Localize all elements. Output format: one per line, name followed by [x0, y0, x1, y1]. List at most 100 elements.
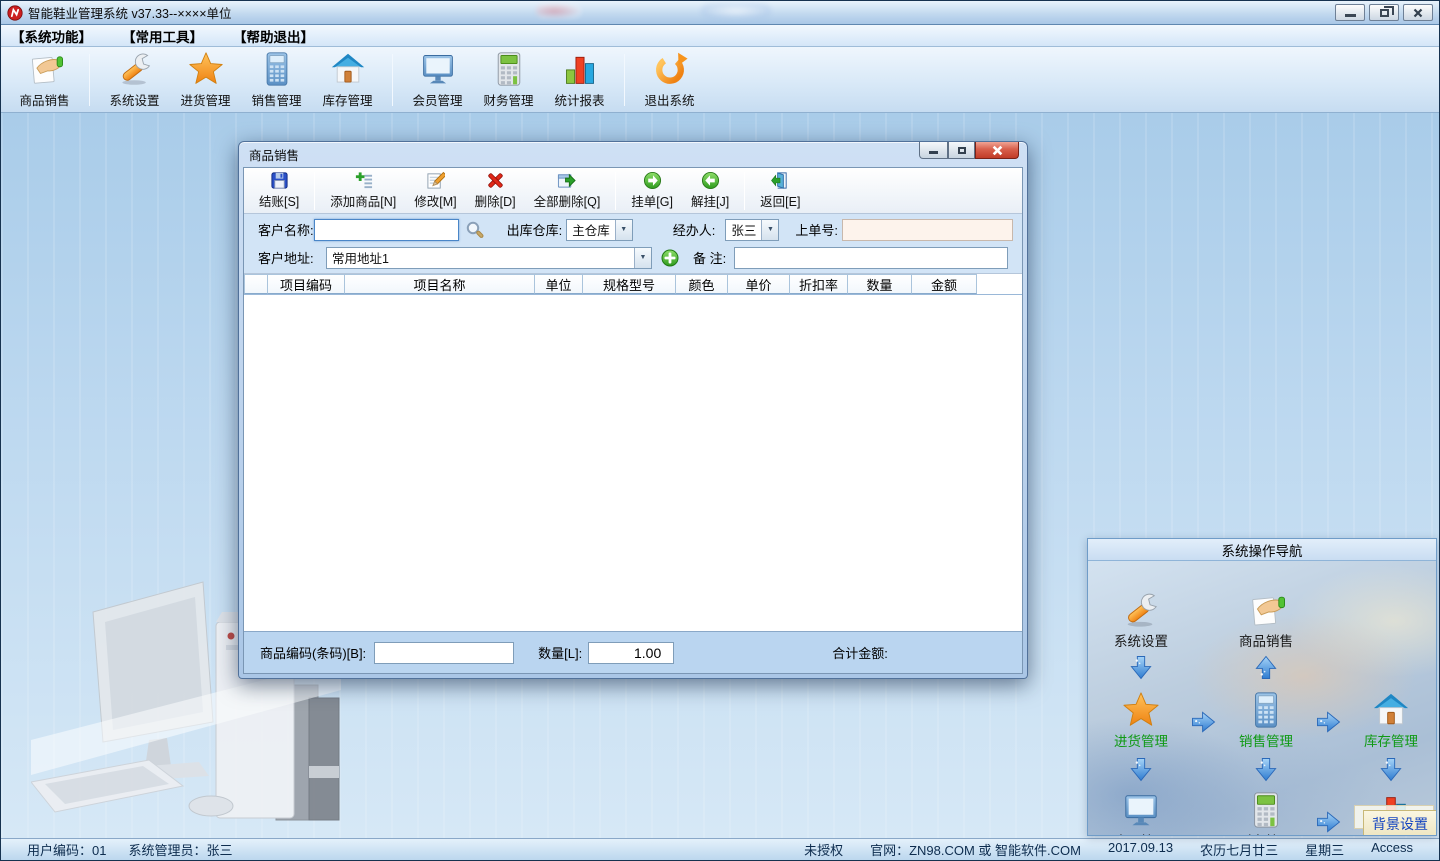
app-window: 智能鞋业管理系统 v37.33--××××单位 【系统功能】 【常用工具】 【帮… [0, 0, 1440, 861]
warehouse-select[interactable]: 主仓库 [566, 219, 633, 241]
license-status: 未授权 [804, 840, 843, 859]
items-grid-header: 项目编码 项目名称 单位 规格型号 颜色 单价 折扣率 数量 金额 [244, 274, 1022, 295]
calculator-blue-icon [1247, 691, 1285, 729]
chevron-down-icon [615, 220, 632, 240]
red-x-icon [486, 171, 505, 190]
dialog-close-button[interactable] [975, 142, 1019, 159]
return-button[interactable]: 返回[E] [751, 170, 809, 212]
customer-address-label: 客户地址: [258, 248, 326, 267]
dialog-toolbar: 结账[S] 添加商品[N] 修改[M] 删除[D] [244, 168, 1022, 214]
restore-icon [1380, 9, 1389, 17]
toolbar-sales-mgmt-button[interactable]: 销售管理 [241, 50, 312, 110]
arrow-up-icon [1255, 655, 1277, 680]
customer-address-select[interactable]: 常用地址1 [326, 247, 652, 269]
dialog-toolbar-separator [314, 172, 315, 210]
toolbar-separator [89, 54, 90, 106]
dialog-toolbar-separator [744, 172, 745, 210]
customer-name-input[interactable] [314, 219, 459, 241]
add-product-button[interactable]: 添加商品[N] [321, 170, 405, 212]
monitor-icon [420, 51, 456, 87]
nav-member-mgmt[interactable]: 会员管理 [1088, 791, 1196, 835]
order-form: 客户名称: 出库仓库: 主仓库 经办人: 张三 上单号: [244, 214, 1022, 274]
delete-all-button[interactable]: 全部删除[Q] [525, 170, 610, 212]
grid-header-unit-price: 单价 [728, 274, 790, 294]
dialog-maximize-button[interactable] [948, 142, 975, 159]
green-plus-icon[interactable] [661, 249, 679, 267]
quantity-input[interactable] [588, 642, 674, 664]
operator-select[interactable]: 张三 [725, 219, 779, 241]
hand-paper-icon [27, 51, 63, 87]
background-settings-button[interactable]: 背景设置 [1363, 810, 1436, 835]
user-code-status: 用户编码：01 [27, 840, 106, 859]
toolbar-finance-mgmt-button[interactable]: 财务管理 [473, 50, 544, 110]
close-icon [1413, 8, 1423, 18]
nav-inventory-mgmt[interactable]: 库存管理 [1336, 691, 1436, 750]
titlebar: 智能鞋业管理系统 v37.33--××××单位 [1, 1, 1439, 25]
bar-chart-icon [562, 51, 598, 87]
modify-button[interactable]: 修改[M] [405, 170, 465, 212]
green-circle-left-icon [701, 171, 720, 190]
note-label: 备 注: [693, 248, 726, 267]
house-icon [330, 51, 366, 87]
barcode-input[interactable] [374, 642, 514, 664]
wrench-icon [1122, 591, 1160, 629]
app-logo-icon [7, 5, 23, 21]
toolbar-system-settings-button[interactable]: 系统设置 [99, 50, 170, 110]
admin-status: 系统管理员：张三 [128, 840, 232, 859]
grid-header-amount: 金额 [912, 274, 977, 294]
nav-finance-mgmt[interactable]: 财务管理 [1211, 791, 1321, 835]
checkout-button[interactable]: 结账[S] [250, 170, 308, 212]
toolbar-member-mgmt-button[interactable]: 会员管理 [402, 50, 473, 110]
grid-header-item-code: 项目编码 [268, 274, 345, 294]
dialog-toolbar-separator [615, 172, 616, 210]
monitor-icon [1122, 791, 1160, 829]
website-status: 官网：ZN98.COM 或 智能软件.COM [870, 840, 1081, 859]
toolbar-inventory-mgmt-button[interactable]: 库存管理 [312, 50, 383, 110]
hold-order-button[interactable]: 挂单[G] [622, 170, 682, 212]
close-button[interactable] [1403, 4, 1433, 21]
decorative-smudge [701, 3, 771, 19]
toolbar-separator [392, 54, 393, 106]
last-order-label: 上单号: [795, 220, 838, 239]
minimize-icon [929, 151, 938, 154]
chevron-down-icon [634, 248, 651, 268]
barcode-label: 商品编码(条码)[B]: [260, 643, 366, 662]
date-status: 2017.09.13 [1108, 840, 1173, 859]
calculator-finance-icon [491, 51, 527, 87]
minimize-button[interactable] [1335, 4, 1365, 21]
house-icon [1372, 691, 1410, 729]
arrow-down-icon [1380, 757, 1402, 782]
menu-system-functions[interactable]: 【系统功能】 [11, 26, 92, 46]
toolbar-statistics-button[interactable]: 统计报表 [544, 50, 615, 110]
grid-header-spec-model: 规格型号 [583, 274, 676, 294]
resume-order-button[interactable]: 解挂[J] [682, 170, 738, 212]
window-controls [1335, 4, 1433, 21]
note-input[interactable] [734, 247, 1008, 269]
star-icon [1122, 691, 1160, 729]
items-grid-body[interactable] [244, 295, 1022, 631]
floppy-save-icon [270, 171, 289, 190]
magnifier-icon[interactable] [465, 220, 485, 240]
last-order-input[interactable] [842, 219, 1013, 241]
nav-panel-body: 系统设置 商品销售 进货管理 销售管理 [1088, 561, 1436, 835]
menu-help-exit[interactable]: 【帮助退出】 [233, 26, 314, 46]
toolbar-purchase-mgmt-button[interactable]: 进货管理 [170, 50, 241, 110]
nav-system-settings[interactable]: 系统设置 [1088, 591, 1196, 650]
delete-button[interactable]: 删除[D] [466, 170, 525, 212]
lunar-date-status: 农历七月廿三 [1200, 840, 1278, 859]
add-item-icon [354, 171, 373, 190]
nav-goods-sale[interactable]: 商品销售 [1211, 591, 1321, 650]
operator-label: 经办人: [673, 220, 716, 239]
nav-purchase-mgmt[interactable]: 进货管理 [1088, 691, 1196, 750]
menu-common-tools[interactable]: 【常用工具】 [122, 26, 203, 46]
toolbar-separator [624, 54, 625, 106]
exit-swoosh-icon [652, 51, 688, 87]
toolbar-exit-system-button[interactable]: 退出系统 [634, 50, 705, 110]
desktop-area: 商品销售 结账[S] [1, 113, 1439, 838]
dialog-minimize-button[interactable] [919, 142, 948, 159]
nav-sales-mgmt[interactable]: 销售管理 [1211, 691, 1321, 750]
system-navigation-panel: 系统操作导航 系统设置 商品销售 进货管理 [1087, 538, 1437, 836]
restore-button[interactable] [1369, 4, 1399, 21]
arrow-down-icon [1255, 757, 1277, 782]
toolbar-goods-sale-button[interactable]: 商品销售 [9, 50, 80, 110]
